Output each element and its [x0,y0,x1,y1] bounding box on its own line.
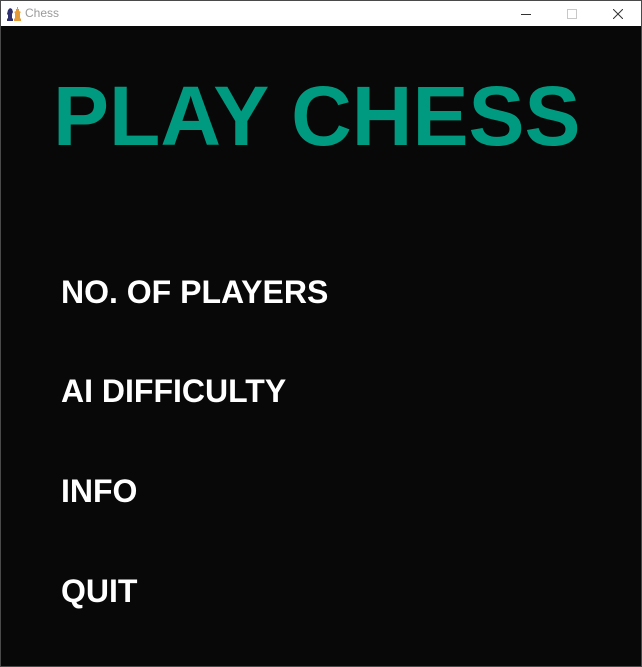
close-button[interactable] [595,1,641,26]
maximize-button[interactable] [549,1,595,26]
maximize-icon [567,8,577,19]
app-window: Chess PLAY CHESS NO. OF PLAYERS AI DIFFI… [0,0,642,667]
menu-item-players[interactable]: NO. OF PLAYERS [61,272,328,312]
game-canvas: PLAY CHESS NO. OF PLAYERS AI DIFFICULTY … [1,26,641,666]
chess-pieces-icon [5,5,22,22]
close-icon [613,8,623,19]
minimize-icon [521,9,531,19]
menu-item-info[interactable]: INFO [61,471,137,511]
minimize-button[interactable] [503,1,549,26]
game-title: PLAY CHESS [53,69,581,163]
title-bar[interactable]: Chess [1,1,641,26]
window-title: Chess [25,6,60,20]
menu-item-ai-difficulty[interactable]: AI DIFFICULTY [61,371,286,411]
menu-item-quit[interactable]: QUIT [61,571,137,611]
